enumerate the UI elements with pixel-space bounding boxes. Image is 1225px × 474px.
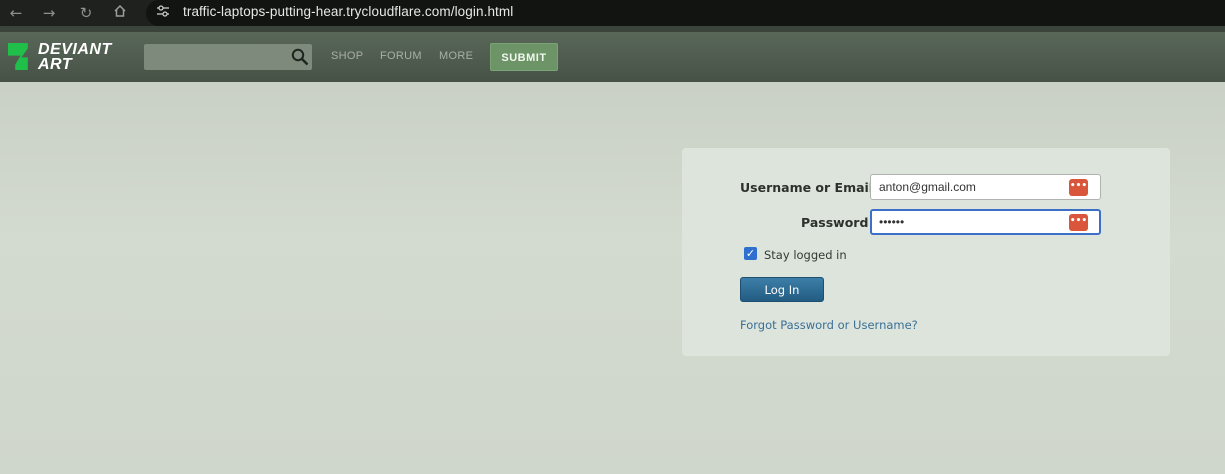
address-bar[interactable]: traffic-laptops-putting-hear.trycloudfla…: [146, 0, 1225, 26]
nav-more[interactable]: MORE: [439, 50, 473, 62]
logo-text-line1: DEVIANT: [38, 41, 112, 58]
nav-shop[interactable]: SHOP: [331, 50, 363, 62]
password-label: Password: [801, 215, 869, 230]
deviantart-logo-icon: [8, 43, 28, 70]
deviantart-logo[interactable]: DEVIANT ART: [8, 41, 128, 75]
url-text[interactable]: traffic-laptops-putting-hear.trycloudfla…: [183, 4, 513, 19]
reload-icon[interactable]: ↻: [76, 3, 96, 23]
search-icon[interactable]: [291, 48, 309, 66]
forgot-password-link[interactable]: Forgot Password or Username?: [740, 318, 918, 332]
username-field[interactable]: anton@gmail.com: [870, 174, 1101, 200]
browser-toolbar: ← → ↻ traffic-laptops-putting-hear.trycl…: [0, 0, 1225, 26]
login-button[interactable]: Log In: [740, 277, 824, 302]
stay-logged-in-checkbox[interactable]: ✓: [744, 247, 757, 260]
home-icon[interactable]: [110, 3, 130, 23]
forward-arrow-icon[interactable]: →: [39, 3, 59, 23]
password-manager-icon[interactable]: •••: [1069, 214, 1088, 231]
back-arrow-icon[interactable]: ←: [6, 3, 26, 23]
logo-text-line2: ART: [38, 56, 73, 73]
username-label: Username or Email: [740, 180, 874, 195]
password-manager-icon[interactable]: •••: [1069, 179, 1088, 196]
search-input[interactable]: [144, 44, 312, 70]
stay-logged-in-label[interactable]: Stay logged in: [764, 248, 847, 262]
site-header: DEVIANT ART SHOP FORUM MORE SUBMIT: [0, 26, 1225, 82]
nav-forum[interactable]: FORUM: [380, 50, 422, 62]
login-panel: Username or Email anton@gmail.com ••• Pa…: [682, 148, 1170, 356]
password-field[interactable]: ••••••: [870, 209, 1101, 235]
submit-button[interactable]: SUBMIT: [490, 43, 558, 71]
site-settings-icon[interactable]: [154, 4, 172, 22]
